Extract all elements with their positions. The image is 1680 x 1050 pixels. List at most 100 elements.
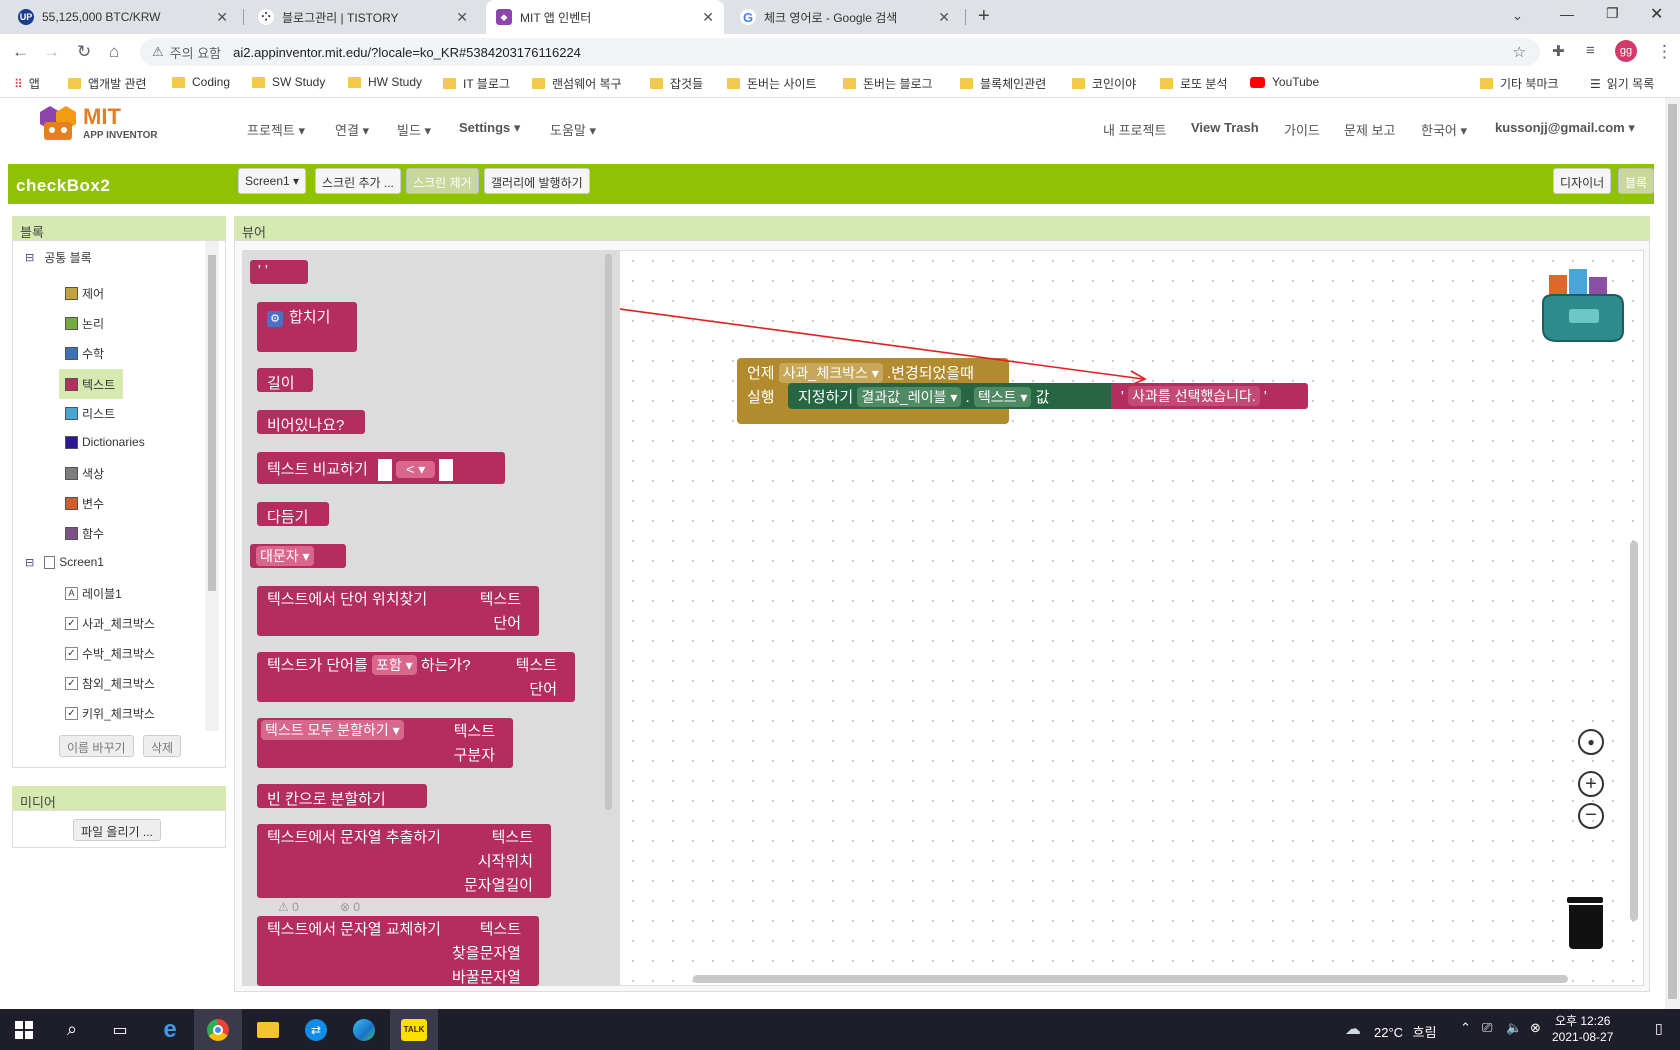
menu-help[interactable]: 도움말 ▾ — [550, 120, 596, 139]
add-screen-button[interactable]: 스크린 추가 ... — [315, 168, 401, 194]
omnibox[interactable]: ⚠ 주의 요함 ai2.appinventor.mit.edu/?locale=… — [140, 38, 1540, 66]
compare-operator-dropdown[interactable]: < ▾ — [396, 461, 436, 478]
category-control[interactable]: 제어 — [65, 285, 104, 302]
category-variables[interactable]: 변수 — [65, 495, 104, 512]
bookmark-apps[interactable]: ⠿ 앱 — [14, 75, 40, 92]
browser-tab-3[interactable]: ◆ MIT 앱 인벤터 ✕ — [486, 0, 724, 34]
bookmark-item[interactable]: 잡것들 — [650, 75, 703, 92]
flyout-scrollbar[interactable] — [605, 254, 612, 810]
chrome-menu-icon[interactable]: ⋮ — [1656, 42, 1673, 62]
rename-button[interactable]: 이름 바꾸기 — [59, 735, 134, 757]
component-checkbox[interactable]: ✓ 참외_체크박스 — [65, 675, 155, 692]
reading-list[interactable]: ☰ 읽기 목록 — [1590, 75, 1654, 92]
bookmark-item[interactable]: 랜섬웨어 복구 — [532, 75, 622, 92]
replace-all-block[interactable]: 텍스트에서 문자열 교체하기 텍스트 찾을문자열 바꿀문자열 — [257, 916, 539, 986]
length-block[interactable]: 길이 — [257, 368, 313, 392]
split-block[interactable]: 텍스트 모두 분할하기 ▾ 텍스트 구분자 — [257, 718, 513, 768]
file-explorer-icon[interactable] — [244, 1009, 292, 1050]
windows-start-icon[interactable] — [0, 1009, 48, 1050]
bookmark-item[interactable]: 블록체인관련 — [960, 75, 1046, 92]
reload-icon[interactable]: ↻ — [77, 42, 91, 62]
upcase-block[interactable]: 대문자 ▾ — [250, 544, 346, 568]
network-icon[interactable]: ⎚ — [1482, 1020, 1492, 1036]
language-menu[interactable]: 한국어 ▾ — [1421, 120, 1467, 139]
page-scrollbar[interactable] — [1665, 98, 1680, 1009]
task-view-icon[interactable]: ▭ — [96, 1009, 144, 1050]
is-empty-block[interactable]: 비어있나요? — [257, 410, 365, 434]
media-icon[interactable]: ≡ — [1586, 42, 1595, 59]
workspace-vscroll[interactable] — [1630, 541, 1638, 921]
my-projects-link[interactable]: 내 프로젝트 — [1103, 120, 1166, 139]
restore-icon[interactable]: ❐ — [1606, 5, 1619, 22]
chrome-icon[interactable] — [194, 1009, 242, 1050]
remove-screen-button[interactable]: 스크린 제거 — [406, 168, 479, 194]
category-lists[interactable]: 리스트 — [65, 405, 115, 422]
browser-tab-2[interactable]: ⁘ 블로그관리 | TISTORY ✕ — [248, 0, 478, 34]
category-dictionaries[interactable]: Dictionaries — [65, 435, 145, 449]
empty-text-block[interactable]: ' ' — [250, 260, 308, 284]
menu-build[interactable]: 빌드 ▾ — [397, 120, 431, 139]
kakaotalk-icon[interactable]: TALK — [390, 1009, 438, 1050]
battery-icon[interactable]: ⊗ — [1530, 1020, 1541, 1036]
bookmark-item[interactable]: HW Study — [348, 75, 422, 89]
recenter-icon[interactable]: ● — [1578, 729, 1604, 755]
segment-block[interactable]: 텍스트에서 문자열 추출하기 텍스트 시작위치 문자열길이 — [257, 824, 551, 898]
browser-tab-4[interactable]: G 체크 영어로 - Google 검색 ✕ — [730, 0, 960, 34]
publish-gallery-button[interactable]: 갤러리에 발행하기 — [484, 168, 590, 194]
teamviewer-icon[interactable]: ⇄ — [292, 1009, 340, 1050]
component-checkbox[interactable]: ✓ 수박_체크박스 — [65, 645, 155, 662]
edge-icon[interactable] — [340, 1009, 388, 1050]
notification-icon[interactable]: ▯ — [1655, 1020, 1663, 1037]
bookmark-item[interactable]: 돈버는 사이트 — [727, 75, 817, 92]
bookmark-item[interactable]: 코인이야 — [1072, 75, 1136, 92]
close-tab-icon[interactable]: ✕ — [938, 9, 950, 26]
menu-project[interactable]: 프로젝트 ▾ — [247, 120, 305, 139]
gear-icon[interactable]: ⚙ — [267, 311, 283, 327]
zoom-out-icon[interactable]: − — [1578, 803, 1604, 829]
new-tab-button[interactable]: + — [978, 5, 990, 28]
error-indicator[interactable]: ⊗ 0 — [340, 900, 360, 914]
collapse-icon[interactable]: ⊟ — [25, 556, 34, 569]
bookmark-item[interactable]: Coding — [172, 75, 230, 89]
bookmark-item[interactable]: 로또 분석 — [1160, 75, 1228, 92]
report-issue-link[interactable]: 문제 보고 — [1344, 120, 1395, 139]
minimize-icon[interactable]: — — [1560, 6, 1574, 22]
component-checkbox[interactable]: ✓ 키위_체크박스 — [65, 705, 155, 722]
category-colors[interactable]: 색상 — [65, 465, 104, 482]
category-procedures[interactable]: 함수 — [65, 525, 104, 542]
weather-widget[interactable]: 22°C 흐림 — [1374, 1022, 1437, 1041]
join-block[interactable]: ⚙ 합치기 — [257, 302, 357, 352]
backpack-icon[interactable] — [1539, 265, 1629, 345]
bookmark-item[interactable]: SW Study — [252, 75, 325, 89]
blocks-button[interactable]: 블록 — [1618, 168, 1655, 194]
appinventor-logo-icon[interactable] — [36, 106, 80, 144]
upload-file-button[interactable]: 파일 올리기 ... — [73, 819, 161, 841]
bookmark-item[interactable]: 돈버는 블로그 — [843, 75, 933, 92]
close-tab-icon[interactable]: ✕ — [702, 9, 714, 26]
bookmark-item[interactable]: 앱개발 관련 — [68, 75, 147, 92]
star-icon[interactable]: ☆ — [1513, 43, 1526, 61]
case-dropdown[interactable]: 대문자 ▾ — [256, 546, 314, 566]
category-logic[interactable]: 논리 — [65, 315, 104, 332]
tree-scrollbar[interactable] — [205, 241, 219, 731]
profile-avatar[interactable]: gg — [1615, 40, 1637, 62]
bookmark-youtube[interactable]: YouTube — [1250, 75, 1319, 89]
component-checkbox[interactable]: ✓ 사과_체크박스 — [65, 615, 155, 632]
bookmark-item[interactable]: IT 블로그 — [443, 75, 510, 92]
browser-tab-1[interactable]: UP 55,125,000 BTC/KRW ✕ — [8, 0, 238, 34]
warning-indicator[interactable]: ⚠ 0 — [278, 900, 299, 914]
home-icon[interactable]: ⌂ — [109, 42, 119, 62]
view-trash-link[interactable]: View Trash — [1191, 120, 1259, 135]
compare-texts-block[interactable]: 텍스트 비교하기 < ▾ — [257, 452, 505, 484]
tray-chevron-icon[interactable]: ⌃ — [1460, 1020, 1471, 1036]
search-icon[interactable]: ⌕ — [48, 1009, 96, 1050]
bookmark-other[interactable]: 기타 북마크 — [1480, 75, 1559, 92]
collapse-icon[interactable]: ⊟ — [25, 251, 34, 264]
contains-block[interactable]: 텍스트가 단어를 포함 ▾ 하는가? 텍스트 단어 — [257, 652, 575, 702]
account-menu[interactable]: kussonjj@gmail.com ▾ — [1495, 120, 1635, 136]
category-math[interactable]: 수학 — [65, 345, 104, 362]
back-icon[interactable]: ← — [12, 42, 29, 62]
close-tab-icon[interactable]: ✕ — [456, 9, 468, 26]
screen-tree-node[interactable]: ⊟ Screen1 — [25, 555, 104, 569]
close-window-icon[interactable]: ✕ — [1650, 4, 1663, 24]
